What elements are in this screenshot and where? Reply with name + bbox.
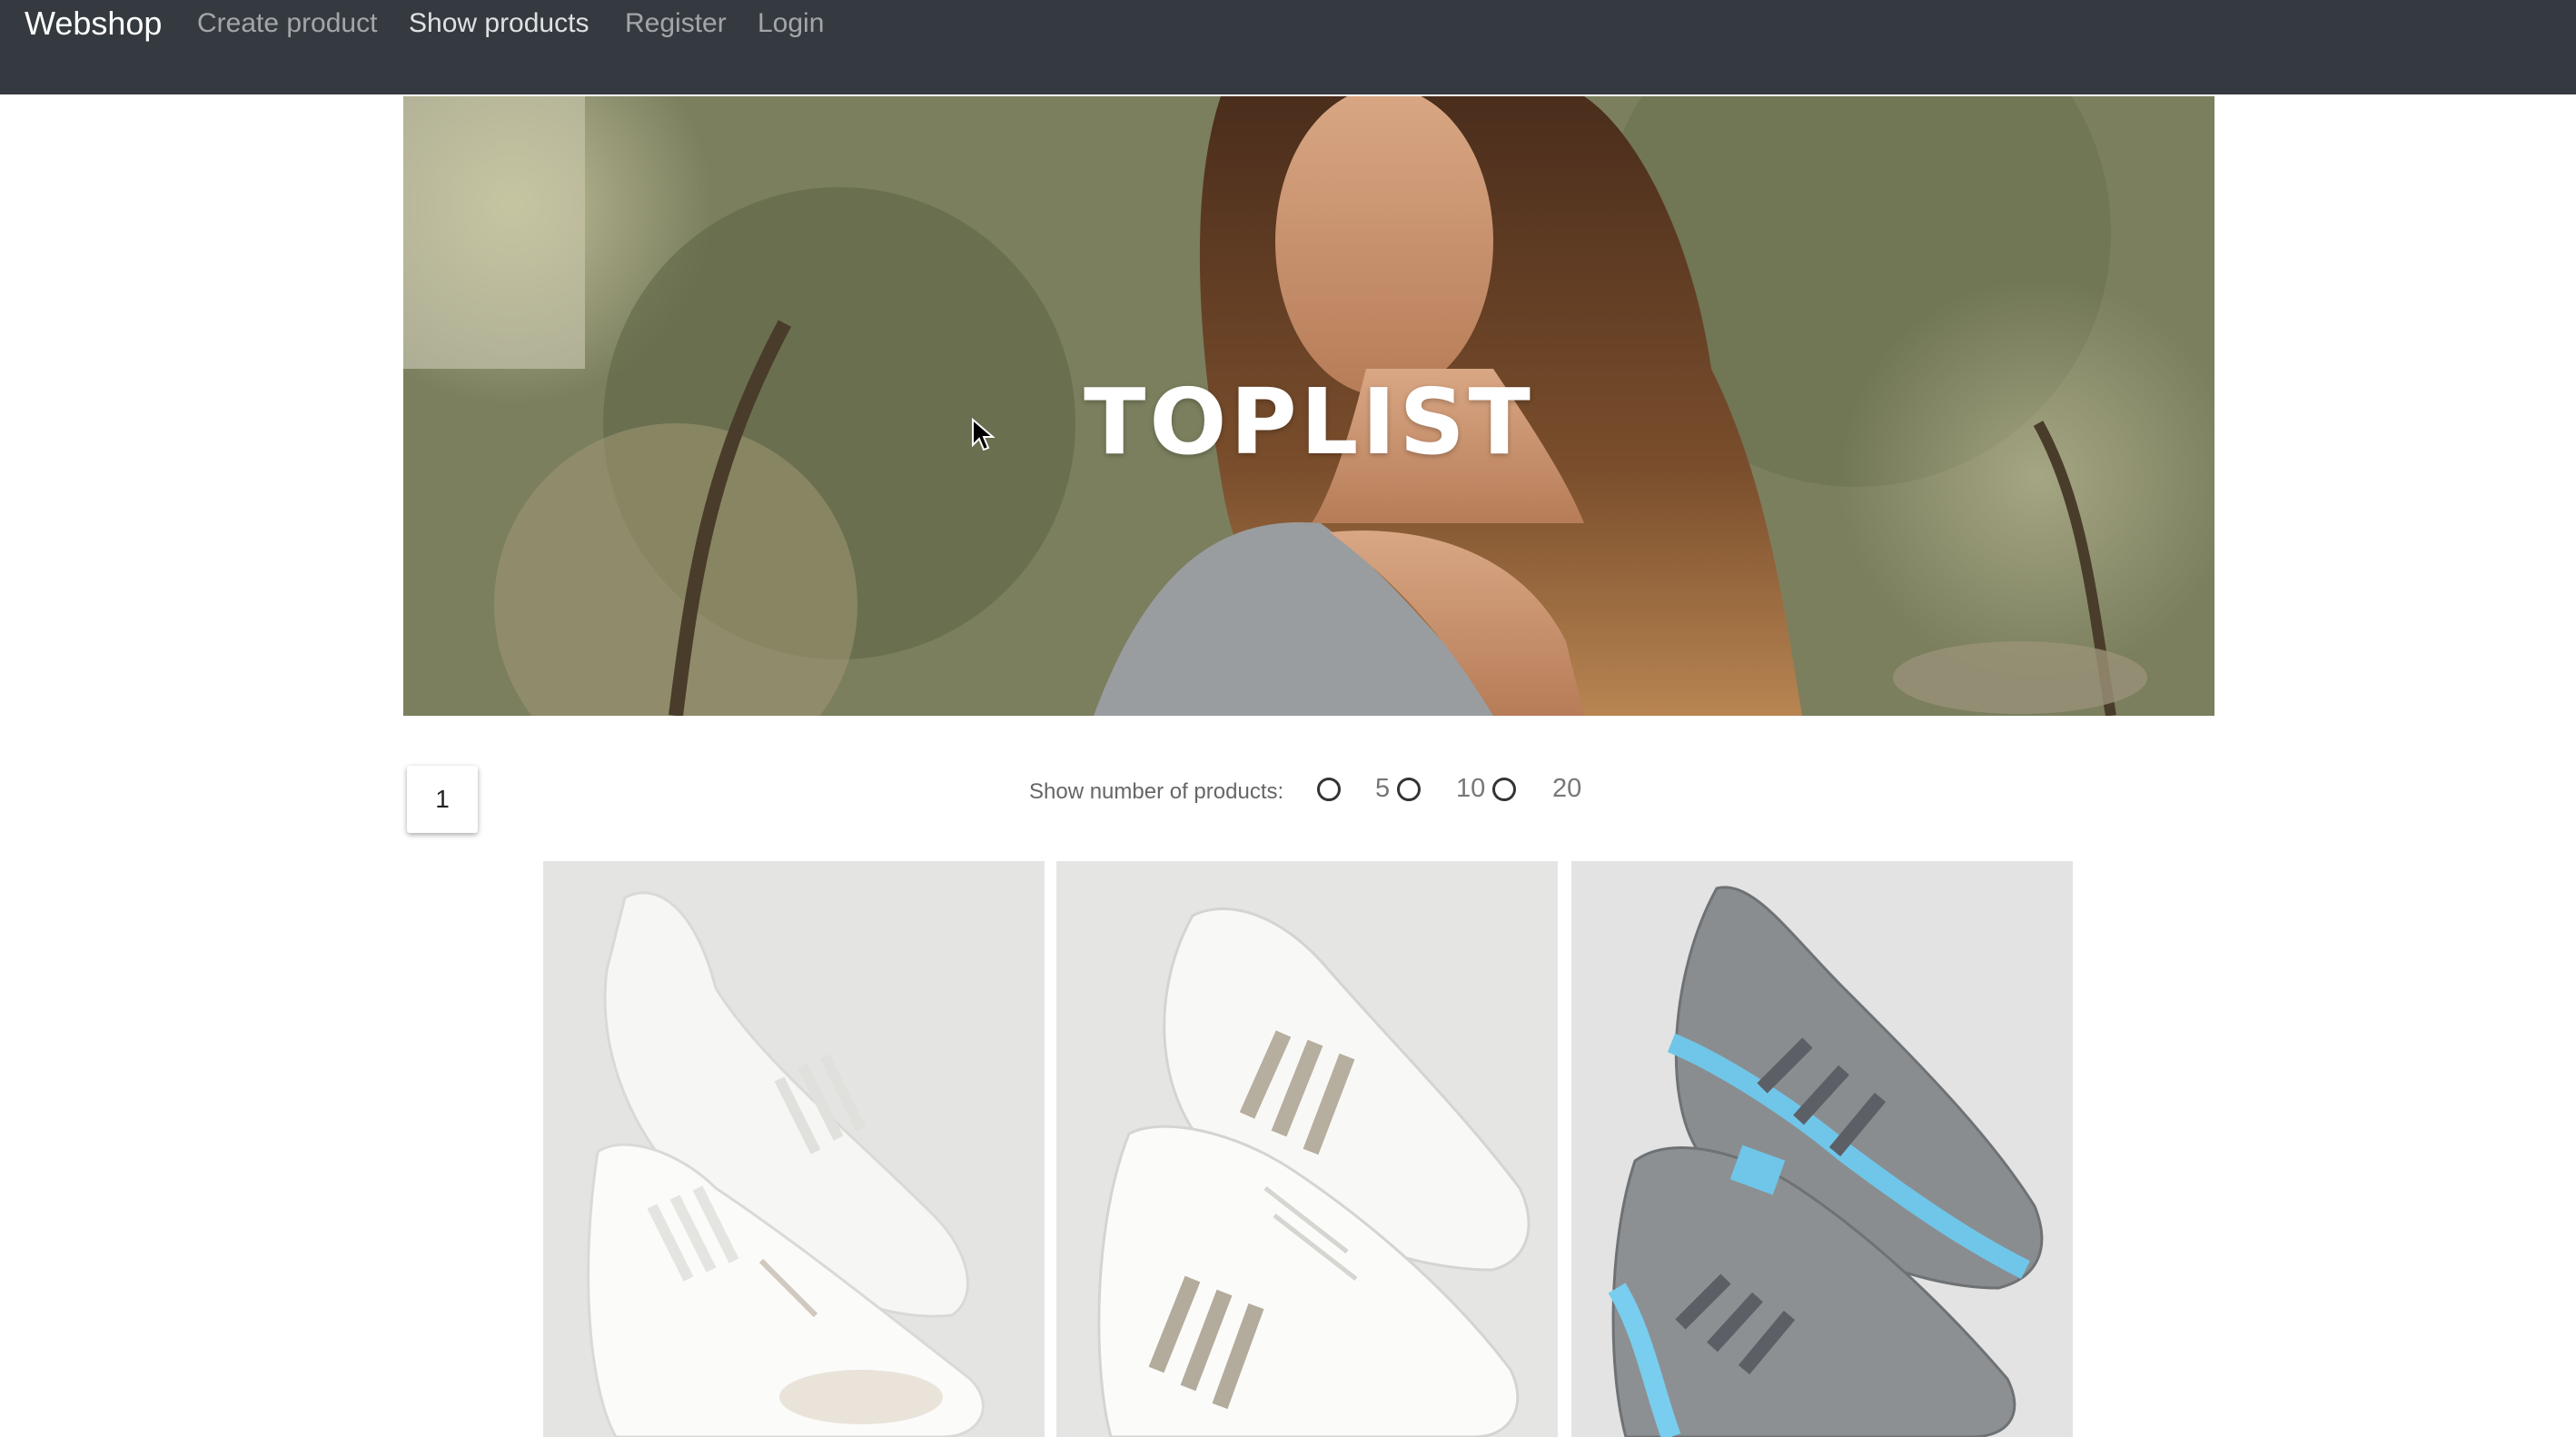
white-sneakers-image	[543, 861, 1045, 1437]
nav-link-create-product[interactable]: Create product	[197, 7, 377, 40]
product-card[interactable]	[543, 861, 1045, 1437]
count-radio-20[interactable]	[1492, 778, 1516, 801]
nav-link-show-products[interactable]: Show products	[409, 7, 589, 40]
nav-link-register[interactable]: Register	[625, 7, 727, 40]
product-card[interactable]	[1571, 861, 2073, 1437]
top-navbar: Webshop Create product Show products Reg…	[0, 0, 2576, 94]
count-option-10-label: 10	[1456, 774, 1486, 803]
count-radio-10[interactable]	[1397, 778, 1421, 801]
hero-title: TOPLIST	[1084, 369, 1534, 475]
white-striped-sneakers-image	[1056, 861, 1558, 1437]
mouse-cursor-icon	[972, 418, 996, 451]
product-card[interactable]	[1056, 861, 1558, 1437]
nav-link-login[interactable]: Login	[758, 7, 824, 40]
grey-blue-sneakers-image	[1571, 861, 2073, 1437]
pagination-page-button[interactable]: 1	[407, 766, 478, 833]
product-count-label: Show number of products:	[1029, 779, 1284, 804]
count-option-20-label: 20	[1552, 774, 1582, 803]
hero-banner: TOPLIST	[403, 96, 2214, 716]
count-option-5-label: 5	[1375, 774, 1391, 803]
brand-logo-link[interactable]: Webshop	[25, 4, 162, 44]
count-radio-5[interactable]	[1317, 778, 1341, 801]
